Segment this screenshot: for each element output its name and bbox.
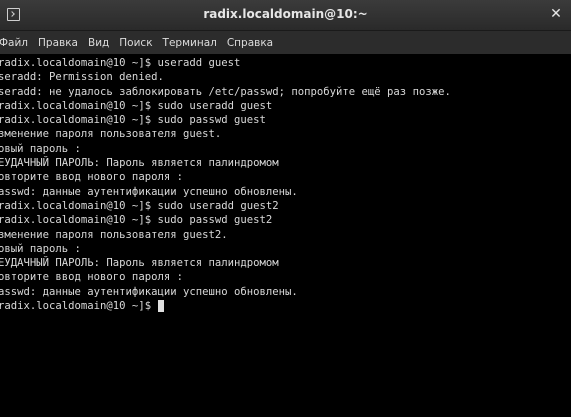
menu-view[interactable]: Вид [83,37,114,49]
menu-bar: Файл Правка Вид Поиск Терминал Справка [0,31,571,54]
terminal-line: radix.localdomain@10 ~]$ sudo useradd gu… [0,99,273,112]
window-title: radix.localdomain@10:~ [203,7,368,21]
close-button[interactable]: ✕ [547,5,565,23]
terminal-line: ЕУДАЧНЫЙ ПАРОЛЬ: Пароль является палиндр… [0,257,279,270]
terminal-line: ЕУДАЧНЫЙ ПАРОЛЬ: Пароль является палиндр… [0,157,279,170]
text-cursor [158,300,165,313]
menu-file[interactable]: Файл [0,37,33,49]
terminal-line: овый пароль : [0,242,81,255]
terminal-line: asswd: данные аутентификации успешно обн… [0,185,298,198]
title-bar[interactable]: radix.localdomain@10:~ ✕ [0,0,571,31]
terminal-line: radix.localdomain@10 ~]$ sudo useradd gu… [0,199,279,212]
terminal-line: radix.localdomain@10 ~]$ sudo passwd gue… [0,214,273,227]
terminal-line: овторите ввод нового пароля : [0,171,183,184]
terminal-output[interactable]: radix.localdomain@10 ~]$ useradd guest s… [0,56,571,417]
terminal-line: овторите ввод нового пароля : [0,271,183,284]
terminal-prompt: radix.localdomain@10 ~]$ [0,300,158,313]
terminal-line: seradd: Permission denied. [0,71,164,84]
terminal-line: зменение пароля пользователя guest2. [0,228,228,241]
terminal-line: asswd: данные аутентификации успешно обн… [0,285,298,298]
terminal-line: radix.localdomain@10 ~]$ sudo passwd gue… [0,114,266,127]
terminal-line: radix.localdomain@10 ~]$ useradd guest [0,57,241,69]
terminal-line: овый пароль : [0,142,81,155]
menu-edit[interactable]: Правка [33,37,83,49]
terminal-prompt-line[interactable]: radix.localdomain@10 ~]$ [0,299,571,313]
menu-terminal[interactable]: Терминал [158,37,222,49]
terminal-window: radix.localdomain@10:~ ✕ Файл Правка Вид… [0,0,571,417]
menu-help[interactable]: Справка [222,37,278,49]
menu-search[interactable]: Поиск [114,37,157,49]
terminal-line: зменение пароля пользователя guest. [0,128,222,141]
terminal-line: seradd: не удалось заблокировать /etc/pa… [0,85,451,98]
